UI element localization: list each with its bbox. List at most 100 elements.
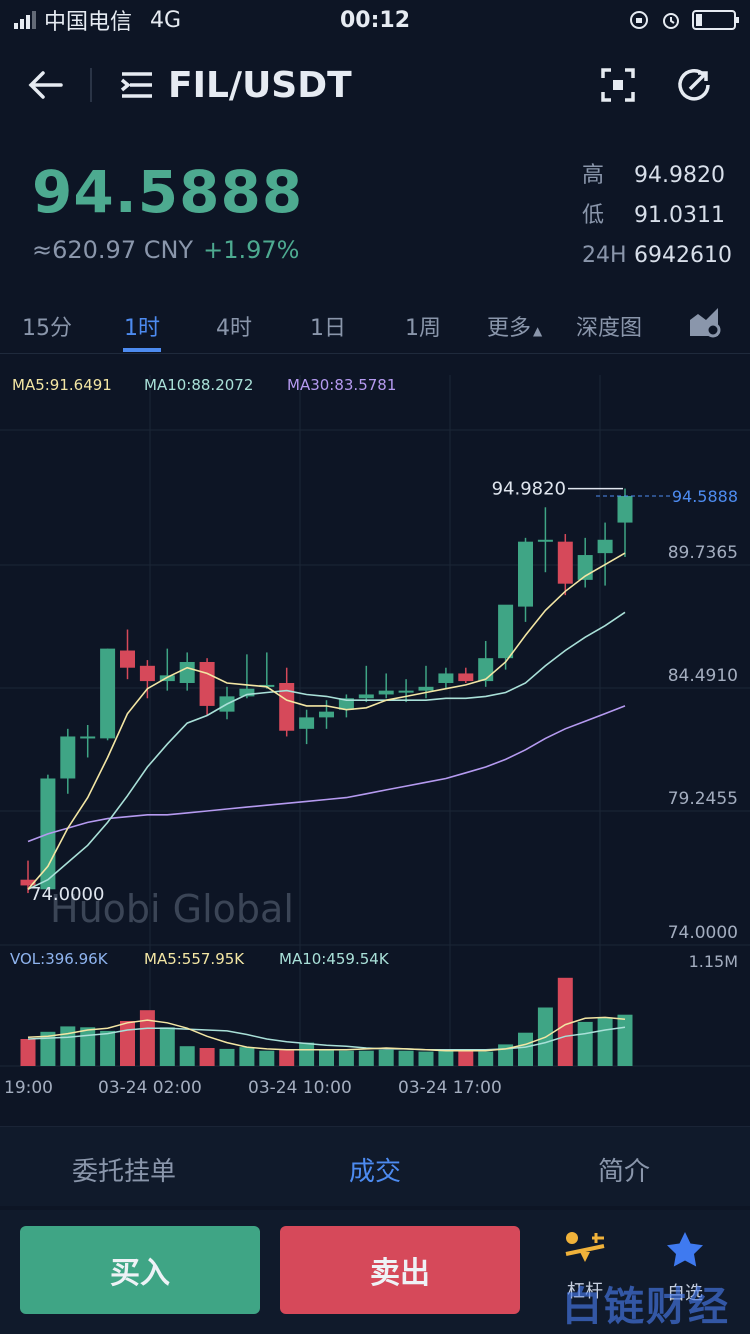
x-tick-label: 19:00 bbox=[4, 1078, 53, 1098]
volume-bar bbox=[458, 1050, 474, 1066]
candle-body bbox=[80, 736, 96, 739]
volume-bar bbox=[259, 1050, 275, 1066]
price-change: +1.97% bbox=[203, 236, 300, 264]
candle-body bbox=[597, 539, 613, 554]
favorite-button[interactable]: 自选 bbox=[640, 1230, 730, 1305]
volume-legend: VOL:396.96K bbox=[10, 950, 109, 968]
volume-bar bbox=[617, 1014, 633, 1066]
tab-1h[interactable]: 1时 bbox=[124, 310, 160, 342]
ma30-legend: MA30:83.5781 bbox=[287, 376, 396, 394]
candle-body bbox=[139, 665, 155, 682]
high-value: 94.9820 bbox=[634, 163, 725, 188]
volume-bar bbox=[378, 1049, 394, 1066]
min-price-label: 74.0000 bbox=[30, 884, 104, 905]
tab-4h[interactable]: 4时 bbox=[216, 310, 252, 342]
period-tabs: 15分 1时 4时 1日 1周 更多 ▲ 深度图 bbox=[0, 300, 750, 354]
back-button[interactable] bbox=[0, 68, 92, 102]
max-price-label: 94.9820 bbox=[492, 479, 566, 500]
leverage-icon bbox=[565, 1232, 605, 1262]
fullscreen-button[interactable] bbox=[598, 65, 638, 105]
pair-title: FIL/USDT bbox=[168, 64, 352, 106]
volume-bar bbox=[219, 1048, 235, 1066]
tab-depth[interactable]: 深度图 bbox=[576, 310, 642, 342]
tab-1d[interactable]: 1日 bbox=[310, 310, 346, 342]
volume-bar bbox=[199, 1048, 215, 1066]
candle-body bbox=[518, 541, 533, 607]
volume-bar bbox=[338, 1050, 354, 1066]
volume-bar bbox=[518, 1032, 533, 1066]
carrier: 中国电信 bbox=[44, 10, 133, 35]
detail-tabs: 委托挂单 成交 简介 bbox=[0, 1126, 750, 1206]
sell-button[interactable]: 卖出 bbox=[280, 1226, 520, 1314]
candle-body bbox=[418, 686, 434, 691]
y-tick-label: 74.0000 bbox=[668, 923, 738, 943]
share-icon bbox=[678, 69, 710, 101]
kline-chart[interactable]: Huobi Global MA5:91.6491 MA10:88.2072 MA30… bbox=[0, 355, 750, 1125]
candle-body bbox=[398, 690, 414, 693]
volume-bar bbox=[597, 1017, 613, 1066]
tab-orders[interactable]: 委托挂单 bbox=[72, 1151, 176, 1188]
candle-body bbox=[438, 673, 454, 683]
candle-body bbox=[617, 496, 633, 523]
network-type: 4G bbox=[150, 7, 182, 33]
fullscreen-icon bbox=[601, 68, 635, 102]
candle-body bbox=[60, 736, 76, 779]
chart-canvas: Huobi Global MA5:91.6491 MA10:88.2072 MA30… bbox=[0, 375, 750, 1098]
favorite-label: 自选 bbox=[667, 1283, 703, 1304]
volume-bar bbox=[557, 977, 573, 1066]
volume-bar bbox=[159, 1027, 175, 1066]
ma10-legend: MA10:88.2072 bbox=[144, 376, 253, 394]
candle-body bbox=[498, 604, 514, 659]
volume-bar bbox=[179, 1046, 195, 1066]
volume-ma10-line bbox=[27, 1026, 626, 1051]
alarm-icon bbox=[663, 13, 679, 29]
candle-body bbox=[378, 690, 394, 695]
candle-body bbox=[557, 541, 573, 584]
volume-bar bbox=[239, 1047, 255, 1066]
battery-icon bbox=[692, 10, 739, 30]
y-tick-label: 89.7365 bbox=[668, 543, 738, 563]
last-price: 94.5888 bbox=[32, 158, 304, 226]
back-arrow-icon bbox=[28, 71, 63, 99]
tab-1w[interactable]: 1周 bbox=[405, 310, 441, 342]
volume-bar bbox=[20, 1039, 36, 1066]
tab-intro[interactable]: 简介 bbox=[598, 1151, 650, 1188]
cny-price: ≈620.97 CNY bbox=[32, 236, 194, 264]
pair-selector[interactable]: FIL/USDT bbox=[120, 65, 352, 106]
active-tab-indicator bbox=[123, 348, 161, 352]
share-button[interactable] bbox=[674, 65, 714, 105]
status-bar: 中国电信 4G 00:12 bbox=[0, 0, 750, 40]
ticker-stats: 高 94.9820 低 91.0311 24H 6942610 bbox=[582, 156, 742, 276]
volume-bar bbox=[120, 1021, 135, 1066]
candle-body bbox=[537, 539, 553, 542]
volume-label: 24H bbox=[582, 243, 627, 268]
candle-body bbox=[319, 711, 334, 718]
tab-trades[interactable]: 成交 bbox=[349, 1151, 401, 1188]
low-value: 91.0311 bbox=[634, 203, 725, 228]
volume-bar bbox=[358, 1050, 374, 1066]
nav-bar: FIL/USDT bbox=[0, 50, 750, 120]
volume-bar bbox=[319, 1049, 334, 1066]
ma10-line bbox=[27, 611, 626, 891]
candle-body bbox=[458, 673, 474, 682]
chart-settings-button[interactable] bbox=[688, 306, 722, 344]
low-label: 低 bbox=[582, 203, 605, 228]
volume-bar bbox=[100, 1030, 116, 1066]
candle-body bbox=[478, 658, 494, 682]
dropdown-icon: ▲ bbox=[533, 324, 543, 338]
candle-body bbox=[120, 650, 135, 668]
tab-15min[interactable]: 15分 bbox=[22, 310, 72, 342]
candle-body bbox=[199, 661, 215, 706]
buy-button[interactable]: 买入 bbox=[20, 1226, 260, 1314]
high-label: 高 bbox=[582, 163, 605, 188]
volume-bar bbox=[80, 1027, 96, 1066]
leverage-label: 杠杆 bbox=[567, 1281, 603, 1302]
last-price-label: 94.5888 bbox=[672, 487, 738, 506]
volume-max-label: 1.15M bbox=[689, 952, 738, 971]
menu-icon bbox=[120, 72, 152, 98]
tab-more[interactable]: 更多 ▲ bbox=[487, 310, 542, 342]
volume-bar bbox=[299, 1042, 315, 1066]
leverage-button[interactable]: 杠杆 bbox=[540, 1230, 630, 1303]
volume-ma10-legend: MA10:459.54K bbox=[279, 950, 390, 968]
candle-body bbox=[179, 661, 195, 683]
